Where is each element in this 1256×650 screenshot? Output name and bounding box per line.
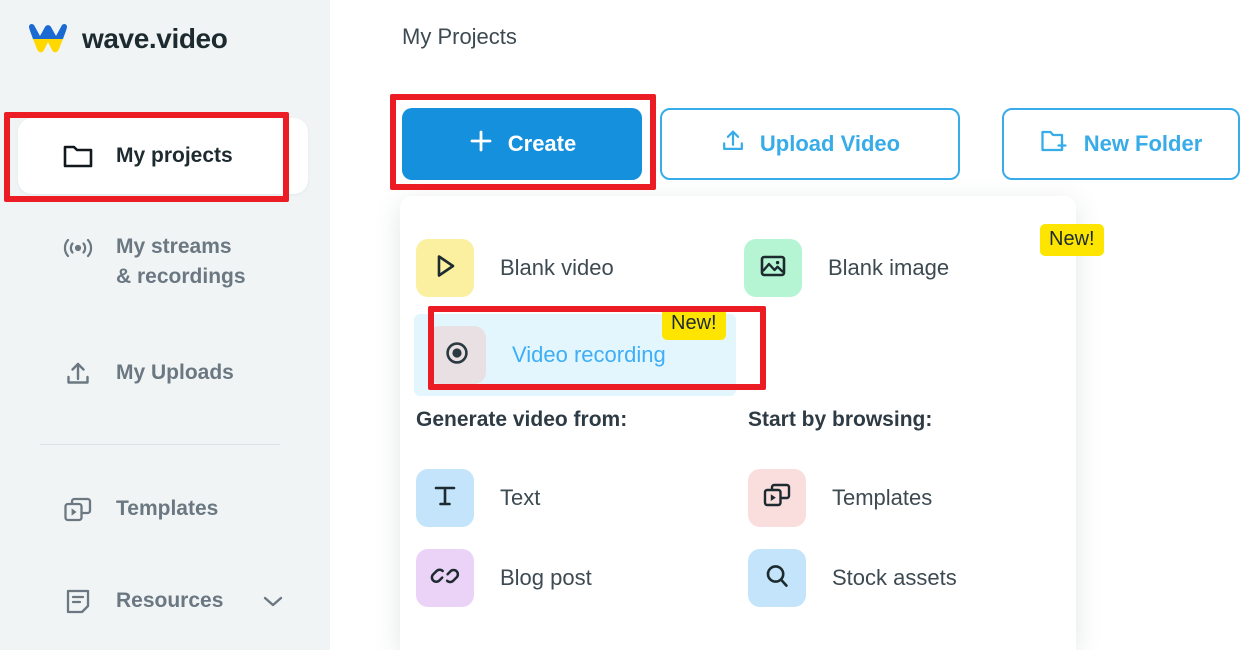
dropdown-item-templates[interactable]: Templates — [748, 462, 1048, 534]
new-badge: New! — [1040, 224, 1104, 256]
sidebar-item-label: My streams & recordings — [116, 235, 246, 288]
main-content: My Projects Create Upload Video New Fold… — [330, 0, 1256, 650]
upload-video-button[interactable]: Upload Video — [660, 108, 960, 180]
text-t-icon-tile — [416, 469, 474, 527]
wave-logo-icon — [28, 22, 68, 56]
folder-plus-icon — [1040, 128, 1070, 160]
sidebar-item-label: Resources — [116, 589, 224, 612]
dropdown-item-blank-video[interactable]: Blank video — [416, 232, 716, 304]
upload-video-button-label: Upload Video — [759, 131, 901, 156]
image-icon — [758, 251, 788, 286]
dropdown-item-label: Video recording — [512, 342, 666, 367]
sidebar-item-label: My projects — [116, 144, 233, 167]
sidebar-item-my-streams-recordings[interactable]: My streams & recordings — [22, 232, 246, 292]
dropdown-item-label: Blank image — [828, 255, 950, 280]
folder-icon — [62, 140, 94, 172]
dropdown-item-text[interactable]: Text — [416, 462, 716, 534]
brand: wave.video — [28, 22, 228, 56]
search-icon — [762, 561, 792, 596]
link-icon — [430, 561, 460, 596]
upload-icon — [720, 128, 746, 160]
sidebar-item-resources[interactable]: Resources — [22, 586, 312, 618]
brand-name: wave.video — [82, 23, 228, 54]
dropdown-item-label: Text — [500, 485, 541, 510]
image-icon-tile — [744, 239, 802, 297]
dropdown-item-label: Blog post — [500, 565, 592, 590]
create-dropdown-panel: Blank video Blank image New! Video recor… — [400, 196, 1104, 650]
play-icon-tile — [416, 239, 474, 297]
new-badge: New! — [662, 308, 726, 340]
text-t-icon — [431, 482, 459, 515]
play-icon — [430, 251, 460, 286]
sidebar-divider — [40, 444, 280, 445]
create-button[interactable]: Create — [402, 108, 642, 180]
app-root: wave.video My projects My streams & reco… — [0, 0, 1256, 650]
search-icon-tile — [748, 549, 806, 607]
plus-icon — [468, 128, 494, 160]
document-icon — [62, 586, 94, 618]
sidebar-item-my-projects[interactable]: My projects — [18, 118, 308, 194]
record-icon — [442, 338, 472, 373]
new-folder-button-label: New Folder — [1083, 131, 1203, 156]
record-icon-tile — [428, 326, 486, 384]
chevron-down-icon[interactable] — [262, 594, 284, 613]
column-heading-generate-video-from: Generate video from: — [416, 408, 628, 431]
create-button-label: Create — [507, 131, 577, 156]
sidebar-item-label: Templates — [116, 497, 219, 520]
page-title: My Projects — [402, 24, 517, 49]
column-heading-start-by-browsing: Start by browsing: — [748, 408, 933, 431]
templates-icon — [762, 482, 792, 515]
upload-icon — [62, 358, 94, 390]
dropdown-item-blog-post[interactable]: Blog post — [416, 542, 716, 614]
dropdown-item-label: Templates — [832, 485, 933, 510]
dropdown-item-stock-assets[interactable]: Stock assets — [748, 542, 1048, 614]
dropdown-item-label: Stock assets — [832, 565, 957, 590]
broadcast-icon — [62, 232, 94, 264]
templates-icon — [62, 494, 94, 526]
sidebar: wave.video My projects My streams & reco… — [0, 0, 330, 650]
sidebar-item-my-uploads[interactable]: My Uploads — [22, 358, 234, 390]
sidebar-item-templates[interactable]: Templates — [22, 494, 218, 526]
templates-icon-tile — [748, 469, 806, 527]
dropdown-item-blank-image[interactable]: Blank image — [744, 232, 1044, 304]
new-folder-button[interactable]: New Folder — [1002, 108, 1240, 180]
dropdown-item-label: Blank video — [500, 255, 614, 280]
link-icon-tile — [416, 549, 474, 607]
sidebar-item-label: My Uploads — [116, 361, 234, 384]
